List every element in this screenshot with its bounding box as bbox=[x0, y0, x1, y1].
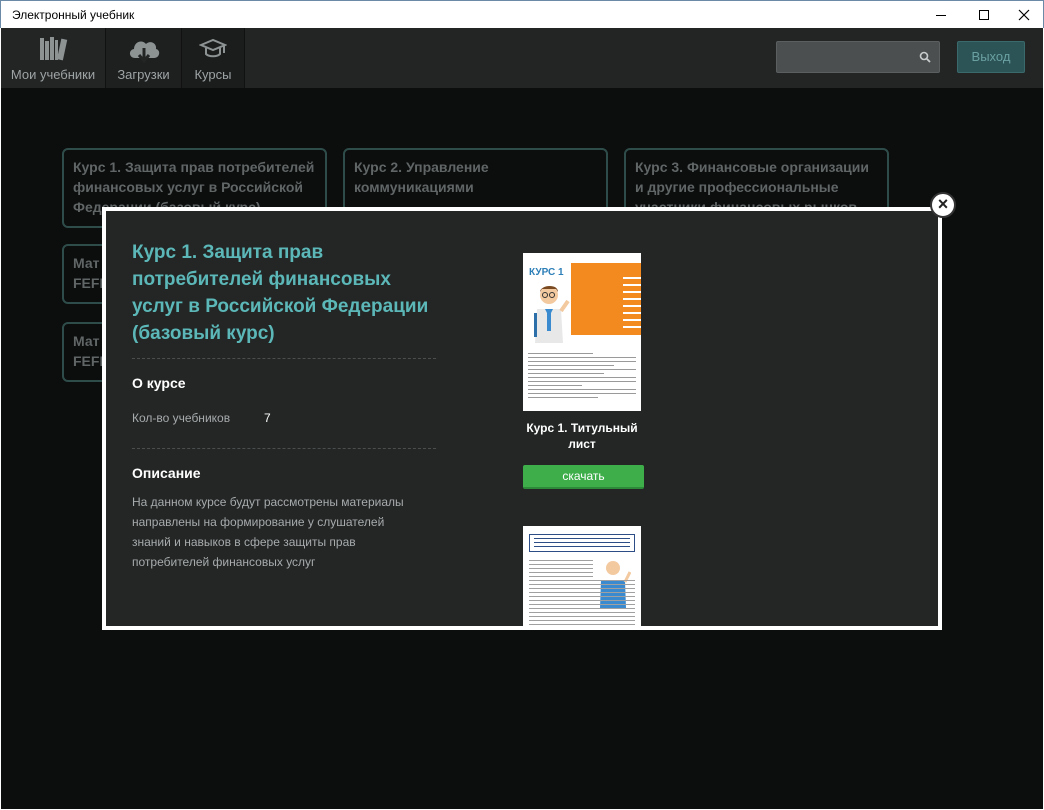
cover-label: КУРС 1 bbox=[529, 267, 564, 278]
tab-label: Загрузки bbox=[117, 67, 170, 82]
material-caption: Курс 1. Титульный лист bbox=[526, 421, 638, 451]
toolbar: Мои учебники Загрузки Курсы Выход bbox=[1, 28, 1043, 88]
material-cover-thumbnail[interactable]: КУРС 1 bbox=[523, 253, 641, 411]
description-text: На данном курсе будут рассмотрены матери… bbox=[132, 495, 404, 569]
divider bbox=[132, 358, 436, 359]
search-input[interactable] bbox=[776, 41, 940, 73]
cloud-download-icon bbox=[129, 41, 159, 64]
modal-title: Курс 1. Защита прав потребителей финансо… bbox=[132, 242, 429, 344]
cover-title-block bbox=[571, 263, 641, 335]
window-titlebar: Электронный учебник bbox=[0, 0, 1044, 28]
app-area: Мои учебники Загрузки Курсы Выход Курс 1… bbox=[1, 28, 1043, 809]
textbooks-count-value: 7 bbox=[264, 411, 271, 425]
window-close-button[interactable] bbox=[1001, 1, 1044, 29]
tab-label: Мои учебники bbox=[10, 67, 96, 82]
cover-header bbox=[529, 534, 635, 552]
exit-button[interactable]: Выход bbox=[957, 41, 1025, 73]
description-heading: Описание bbox=[132, 465, 201, 481]
books-icon bbox=[40, 37, 68, 61]
tab-my-textbooks[interactable]: Мои учебники bbox=[1, 28, 106, 88]
maximize-icon bbox=[979, 10, 989, 20]
modal-close-button[interactable]: × bbox=[930, 192, 956, 218]
tab-label: Курсы bbox=[194, 67, 232, 82]
download-button[interactable]: скачать bbox=[523, 465, 644, 489]
window-title: Электронный учебник bbox=[12, 8, 135, 22]
divider bbox=[132, 448, 436, 449]
cartoon-man-icon bbox=[534, 285, 570, 343]
tab-downloads[interactable]: Загрузки bbox=[106, 28, 182, 88]
course-details-modal: Курс 1. Защита прав потребителей финансо… bbox=[102, 207, 942, 630]
minimize-icon bbox=[936, 15, 946, 16]
close-icon: × bbox=[937, 194, 949, 214]
search-icon bbox=[919, 51, 931, 63]
tab-courses[interactable]: Курсы bbox=[182, 28, 245, 88]
graduation-cap-icon bbox=[199, 38, 227, 58]
about-heading: О курсе bbox=[132, 375, 186, 391]
textbooks-count-label: Кол-во учебников bbox=[132, 411, 231, 425]
minimize-button[interactable] bbox=[918, 1, 964, 29]
close-icon bbox=[1018, 9, 1030, 21]
material-cover-thumbnail[interactable] bbox=[523, 526, 641, 626]
